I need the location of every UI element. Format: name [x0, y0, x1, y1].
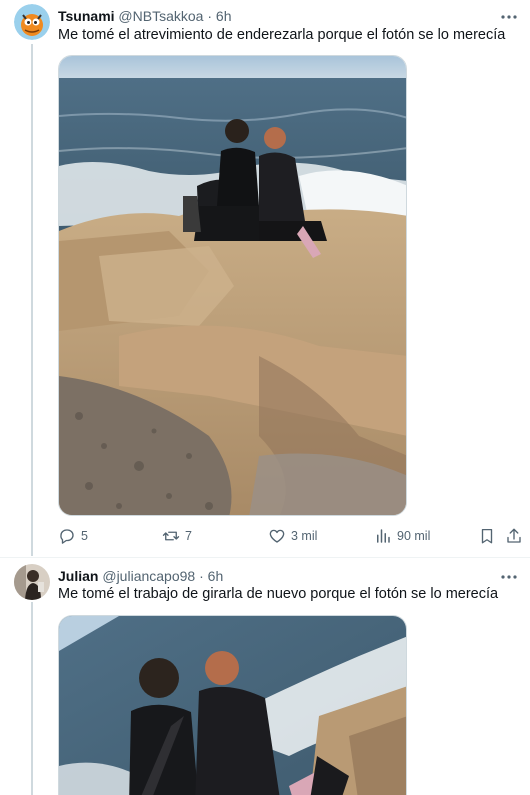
tweet-photo[interactable]	[58, 615, 407, 795]
share-icon	[507, 528, 521, 543]
user-handle[interactable]: @juliancapo98	[102, 568, 195, 584]
separator-dot: ·	[207, 8, 213, 24]
like-button[interactable]: 3 mil	[268, 525, 317, 547]
display-name[interactable]: Julian	[58, 568, 98, 584]
user-handle[interactable]: @NBTsakkoa	[118, 8, 203, 24]
bookmark-icon	[481, 528, 493, 544]
tweet-divider	[0, 557, 530, 558]
share-button[interactable]	[505, 525, 523, 547]
like-icon	[269, 529, 285, 543]
tweet[interactable]: Tsunami @NBTsakkoa · 6h Me tomé el atrev…	[0, 0, 530, 558]
tweet-header: Tsunami @NBTsakkoa · 6h	[58, 7, 231, 25]
timestamp[interactable]: 6h	[208, 568, 224, 584]
repost-button[interactable]: 7	[162, 525, 192, 547]
avatar[interactable]	[14, 564, 50, 600]
tweet-header: Julian @juliancapo98 · 6h	[58, 567, 223, 585]
views-button[interactable]: 90 mil	[374, 525, 430, 547]
bookmark-button[interactable]	[478, 525, 496, 547]
reply-button[interactable]: 5	[58, 525, 88, 547]
reply-icon	[60, 529, 74, 544]
tweet[interactable]: Julian @juliancapo98 · 6h Me tomé el tra…	[0, 560, 530, 795]
separator-dot: ·	[199, 568, 204, 584]
views-count: 90 mil	[397, 529, 431, 543]
repost-icon	[162, 531, 180, 541]
display-name[interactable]: Tsunami	[58, 8, 115, 24]
tweet-text: Me tomé el trabajo de girarla de nuevo p…	[58, 586, 499, 602]
tweet-text: Me tomé el atrevimiento de enderezarla p…	[58, 27, 506, 43]
timestamp[interactable]: 6h	[216, 8, 232, 24]
more-icon[interactable]	[500, 10, 518, 20]
reply-count: 5	[81, 529, 88, 543]
like-count: 3 mil	[291, 529, 318, 543]
views-icon	[377, 529, 390, 543]
tweet-photo[interactable]	[58, 55, 407, 516]
more-icon[interactable]	[500, 570, 518, 580]
repost-count: 7	[185, 529, 192, 543]
tweet-actions: 5 7 3 mil 90 mil	[58, 525, 523, 547]
avatar[interactable]	[14, 4, 50, 40]
